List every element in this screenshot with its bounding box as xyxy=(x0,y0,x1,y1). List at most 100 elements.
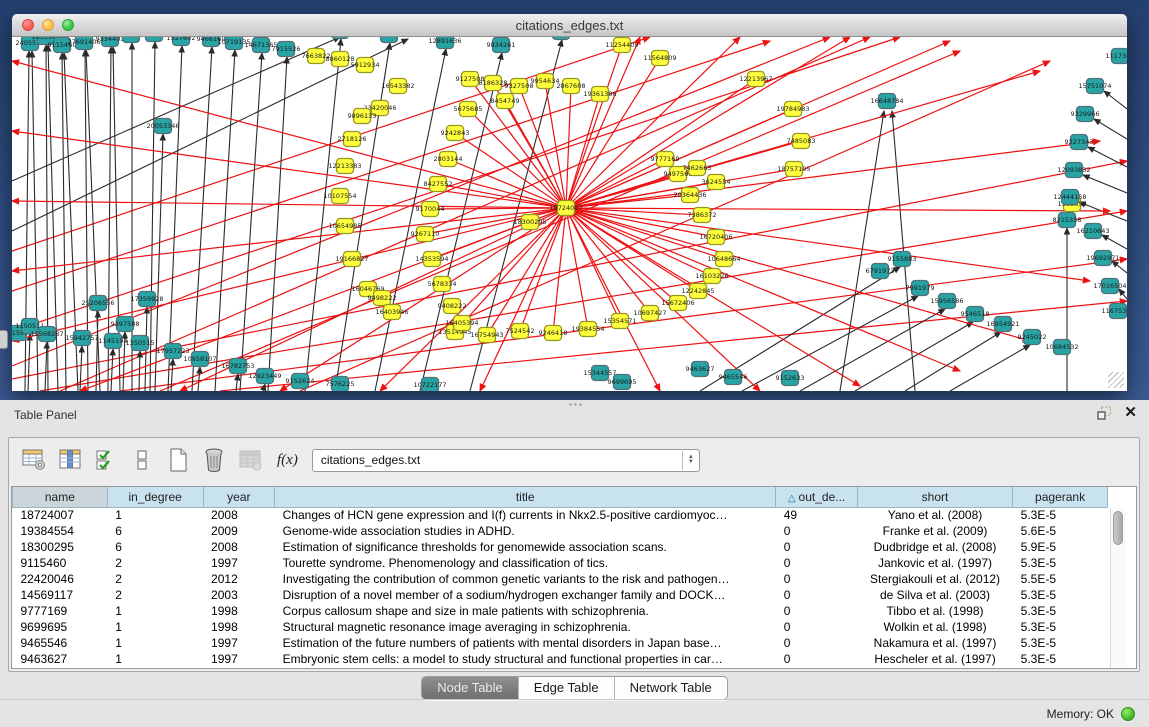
cell-pagerank[interactable]: 5.3E-5 xyxy=(1013,635,1108,651)
edge[interactable] xyxy=(566,141,1100,208)
split-view-icon[interactable] xyxy=(129,447,155,473)
graph-node[interactable]: 9170044 xyxy=(416,202,445,217)
cell-in_degree[interactable]: 1 xyxy=(107,635,203,651)
cell-name[interactable]: 18724007 xyxy=(13,507,108,523)
graph-node[interactable]: 11564809 xyxy=(643,51,676,66)
graph-node[interactable]: 9152633 xyxy=(776,371,805,386)
cell-out_de[interactable]: 0 xyxy=(776,635,858,651)
edge[interactable] xyxy=(12,37,830,366)
graph-node[interactable]: 10722177 xyxy=(413,378,446,392)
cell-pagerank[interactable]: 5.3E-5 xyxy=(1013,555,1108,571)
cell-out_de[interactable]: 0 xyxy=(776,555,858,571)
edge[interactable] xyxy=(45,342,47,391)
panel-collapse-handle[interactable] xyxy=(0,330,8,349)
cell-title[interactable]: Tourette syndrome. Phenomenology and cla… xyxy=(275,555,776,571)
cell-short[interactable]: Yano et al. (2008) xyxy=(857,507,1012,523)
graph-node[interactable]: 9834261 xyxy=(487,38,516,53)
graph-node[interactable]: 9327508 xyxy=(505,79,534,94)
edge[interactable] xyxy=(1112,261,1127,273)
graph-node[interactable]: 1117364 xyxy=(1106,49,1127,64)
cell-out_de[interactable]: 0 xyxy=(776,539,858,555)
float-panel-icon[interactable] xyxy=(1097,406,1112,420)
graph-node[interactable]: 12242845 xyxy=(681,284,714,299)
delete-table-icon[interactable] xyxy=(237,447,263,473)
minimize-window-button[interactable] xyxy=(42,19,54,31)
cell-title[interactable]: Corpus callosum shape and size in male p… xyxy=(275,603,776,619)
graph-node[interactable]: 19384554 xyxy=(571,322,604,337)
column-header-in_degree[interactable]: in_degree xyxy=(107,487,203,507)
edge[interactable] xyxy=(455,133,566,208)
graph-node[interactable]: 9546518 xyxy=(961,307,990,322)
cell-pagerank[interactable]: 5.3E-5 xyxy=(1013,651,1108,667)
delete-columns-icon[interactable] xyxy=(201,447,227,473)
cell-year[interactable]: 2009 xyxy=(203,523,275,539)
graph-node[interactable]: 5675685 xyxy=(454,102,483,117)
edge[interactable] xyxy=(566,208,1110,211)
cell-name[interactable]: 9699695 xyxy=(13,619,108,635)
cell-title[interactable]: Structural magnetic resonance image aver… xyxy=(275,619,776,635)
cell-name[interactable]: 9463627 xyxy=(13,651,108,667)
edge[interactable] xyxy=(12,131,566,208)
edge[interactable] xyxy=(800,309,945,391)
graph-node[interactable]: 9242843 xyxy=(441,126,470,141)
graph-node[interactable]: 7524542 xyxy=(506,324,535,339)
graph-node[interactable]: 8454749 xyxy=(491,94,520,109)
graph-node[interactable]: 12093832 xyxy=(1057,163,1090,178)
graph-node[interactable]: 9397588 xyxy=(111,317,140,332)
edge[interactable] xyxy=(305,39,341,391)
table-row[interactable]: 969969511998Structural magnetic resonanc… xyxy=(13,619,1108,635)
edge[interactable] xyxy=(519,86,566,208)
edge[interactable] xyxy=(215,50,235,391)
cell-year[interactable]: 1998 xyxy=(203,603,275,619)
graph-node[interactable]: 9463627 xyxy=(686,362,715,377)
cell-pagerank[interactable]: 5.9E-5 xyxy=(1013,539,1108,555)
table-row[interactable]: 977716911998Corpus callosum shape and si… xyxy=(13,603,1108,619)
cell-name[interactable]: 9465546 xyxy=(13,635,108,651)
window-titlebar[interactable]: citations_edges.txt xyxy=(12,14,1127,37)
edge[interactable] xyxy=(566,45,622,208)
graph-node[interactable]: 20933746 xyxy=(323,37,356,39)
cell-title[interactable]: Investigating the contribution of common… xyxy=(275,571,776,587)
cell-title[interactable]: Embryonic stem cells: a model to study s… xyxy=(275,651,776,667)
graph-node[interactable]: 1527602 xyxy=(167,37,196,46)
cell-in_degree[interactable]: 2 xyxy=(107,555,203,571)
table-row[interactable]: 911546021997Tourette syndrome. Phenomeno… xyxy=(13,555,1108,571)
cell-name[interactable]: 19384554 xyxy=(13,523,108,539)
cell-short[interactable]: Stergiakouli et al. (2012) xyxy=(857,571,1012,587)
function-builder-icon[interactable]: f(x) xyxy=(277,452,298,469)
table-scrollbar-thumb[interactable] xyxy=(1113,511,1123,545)
column-header-name[interactable]: name xyxy=(13,487,108,507)
edge[interactable] xyxy=(380,208,566,391)
cell-out_de[interactable]: 49 xyxy=(776,507,858,523)
graph-node[interactable]: 15956586 xyxy=(930,294,963,309)
cell-pagerank[interactable]: 5.3E-5 xyxy=(1013,603,1108,619)
cell-short[interactable]: Hescheler et al. (1997) xyxy=(857,651,1012,667)
tab-edge-table[interactable]: Edge Table xyxy=(519,677,615,699)
graph-node[interactable]: 10648664 xyxy=(707,252,740,267)
new-column-icon[interactable] xyxy=(165,447,191,473)
graph-node[interactable]: 2803144 xyxy=(434,152,463,167)
edge[interactable] xyxy=(1102,235,1127,249)
edge[interactable] xyxy=(236,374,238,391)
cell-pagerank[interactable]: 5.6E-5 xyxy=(1013,523,1108,539)
cell-year[interactable]: 1997 xyxy=(203,555,275,571)
column-header-year[interactable]: year xyxy=(203,487,275,507)
zoom-window-button[interactable] xyxy=(62,19,74,31)
cell-in_degree[interactable]: 1 xyxy=(107,507,203,523)
graph-node[interactable]: 20364436 xyxy=(673,188,706,203)
edge[interactable] xyxy=(28,334,30,391)
graph-node[interactable]: 5678334 xyxy=(428,277,457,292)
cell-in_degree[interactable]: 6 xyxy=(107,539,203,555)
cell-out_de[interactable]: 0 xyxy=(776,587,858,603)
cell-pagerank[interactable]: 5.3E-5 xyxy=(1013,619,1108,635)
graph-node[interactable]: 12213383 xyxy=(328,159,361,174)
edge[interactable] xyxy=(220,301,1127,391)
edge[interactable] xyxy=(1094,119,1127,139)
graph-node[interactable]: 16754943 xyxy=(470,328,503,343)
cell-out_de[interactable]: 0 xyxy=(776,571,858,587)
close-window-button[interactable] xyxy=(22,19,34,31)
column-header-title[interactable]: title xyxy=(275,487,776,507)
cell-title[interactable]: Estimation of the future numbers of pati… xyxy=(275,635,776,651)
cell-in_degree[interactable]: 6 xyxy=(107,523,203,539)
cell-name[interactable]: 14569117 xyxy=(13,587,108,603)
